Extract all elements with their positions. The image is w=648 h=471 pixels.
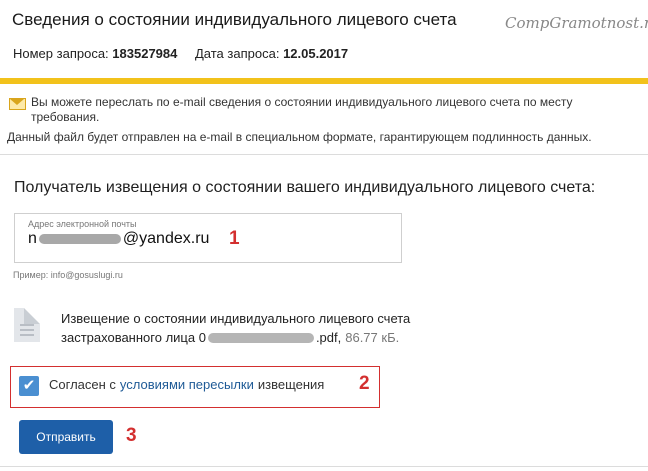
annotation-number-2: 2 [359, 373, 370, 394]
email-value[interactable]: n @yandex.ru [28, 230, 209, 248]
request-number-value: 183527984 [112, 46, 178, 61]
redacted-blur [207, 332, 314, 343]
terms-link[interactable]: условиями пересылки [120, 377, 254, 392]
header-accent-bar [0, 78, 648, 84]
request-number: Номер запроса: 183527984 [13, 46, 177, 61]
consent-text-after: извещения [257, 377, 325, 392]
file-name-suffix: .pdf, [315, 330, 342, 345]
info-file-note: Данный файл будет отправлен на e-mail в … [7, 130, 592, 144]
email-field-label: Адрес электронной почты [28, 219, 137, 229]
divider [0, 466, 648, 467]
consent-checkbox[interactable]: ✔ [19, 376, 39, 396]
request-date-value: 12.05.2017 [283, 46, 349, 61]
envelope-icon [9, 98, 26, 110]
file-name-line2: застрахованного лица 0 .pdf, 86.77 кБ. [61, 330, 399, 345]
file-name-line1: Извещение о состоянии индивидуального ли… [61, 311, 411, 326]
annotation-number-1: 1 [229, 228, 240, 249]
submit-button[interactable]: Отправить [19, 420, 113, 454]
page-title: Сведения о состоянии индивидуального лиц… [12, 10, 457, 29]
file-size: 86.77 кБ. [345, 330, 400, 345]
info-text: Вы можете переслать по e-mail сведения о… [31, 95, 573, 124]
email-suffix: @yandex.ru [122, 230, 210, 247]
file-name-prefix: застрахованного лица 0 [61, 330, 206, 345]
annotation-number-3: 3 [126, 425, 137, 446]
request-number-label: Номер запроса: [13, 46, 109, 61]
redacted-blur [38, 234, 121, 244]
document-icon [14, 308, 40, 342]
email-prefix: n [28, 230, 37, 247]
watermark: CompGramotnost.ru [505, 14, 648, 32]
request-date: Дата запроса: 12.05.2017 [195, 46, 348, 61]
consent-text-before: Согласен с [49, 377, 116, 392]
consent-label: Согласен с условиями пересылки извещения [49, 377, 324, 392]
divider [0, 154, 648, 155]
recipient-heading: Получатель извещения о состоянии вашего … [14, 179, 596, 196]
request-date-label: Дата запроса: [195, 46, 280, 61]
email-example: Пример: info@gosuslugi.ru [13, 270, 123, 280]
